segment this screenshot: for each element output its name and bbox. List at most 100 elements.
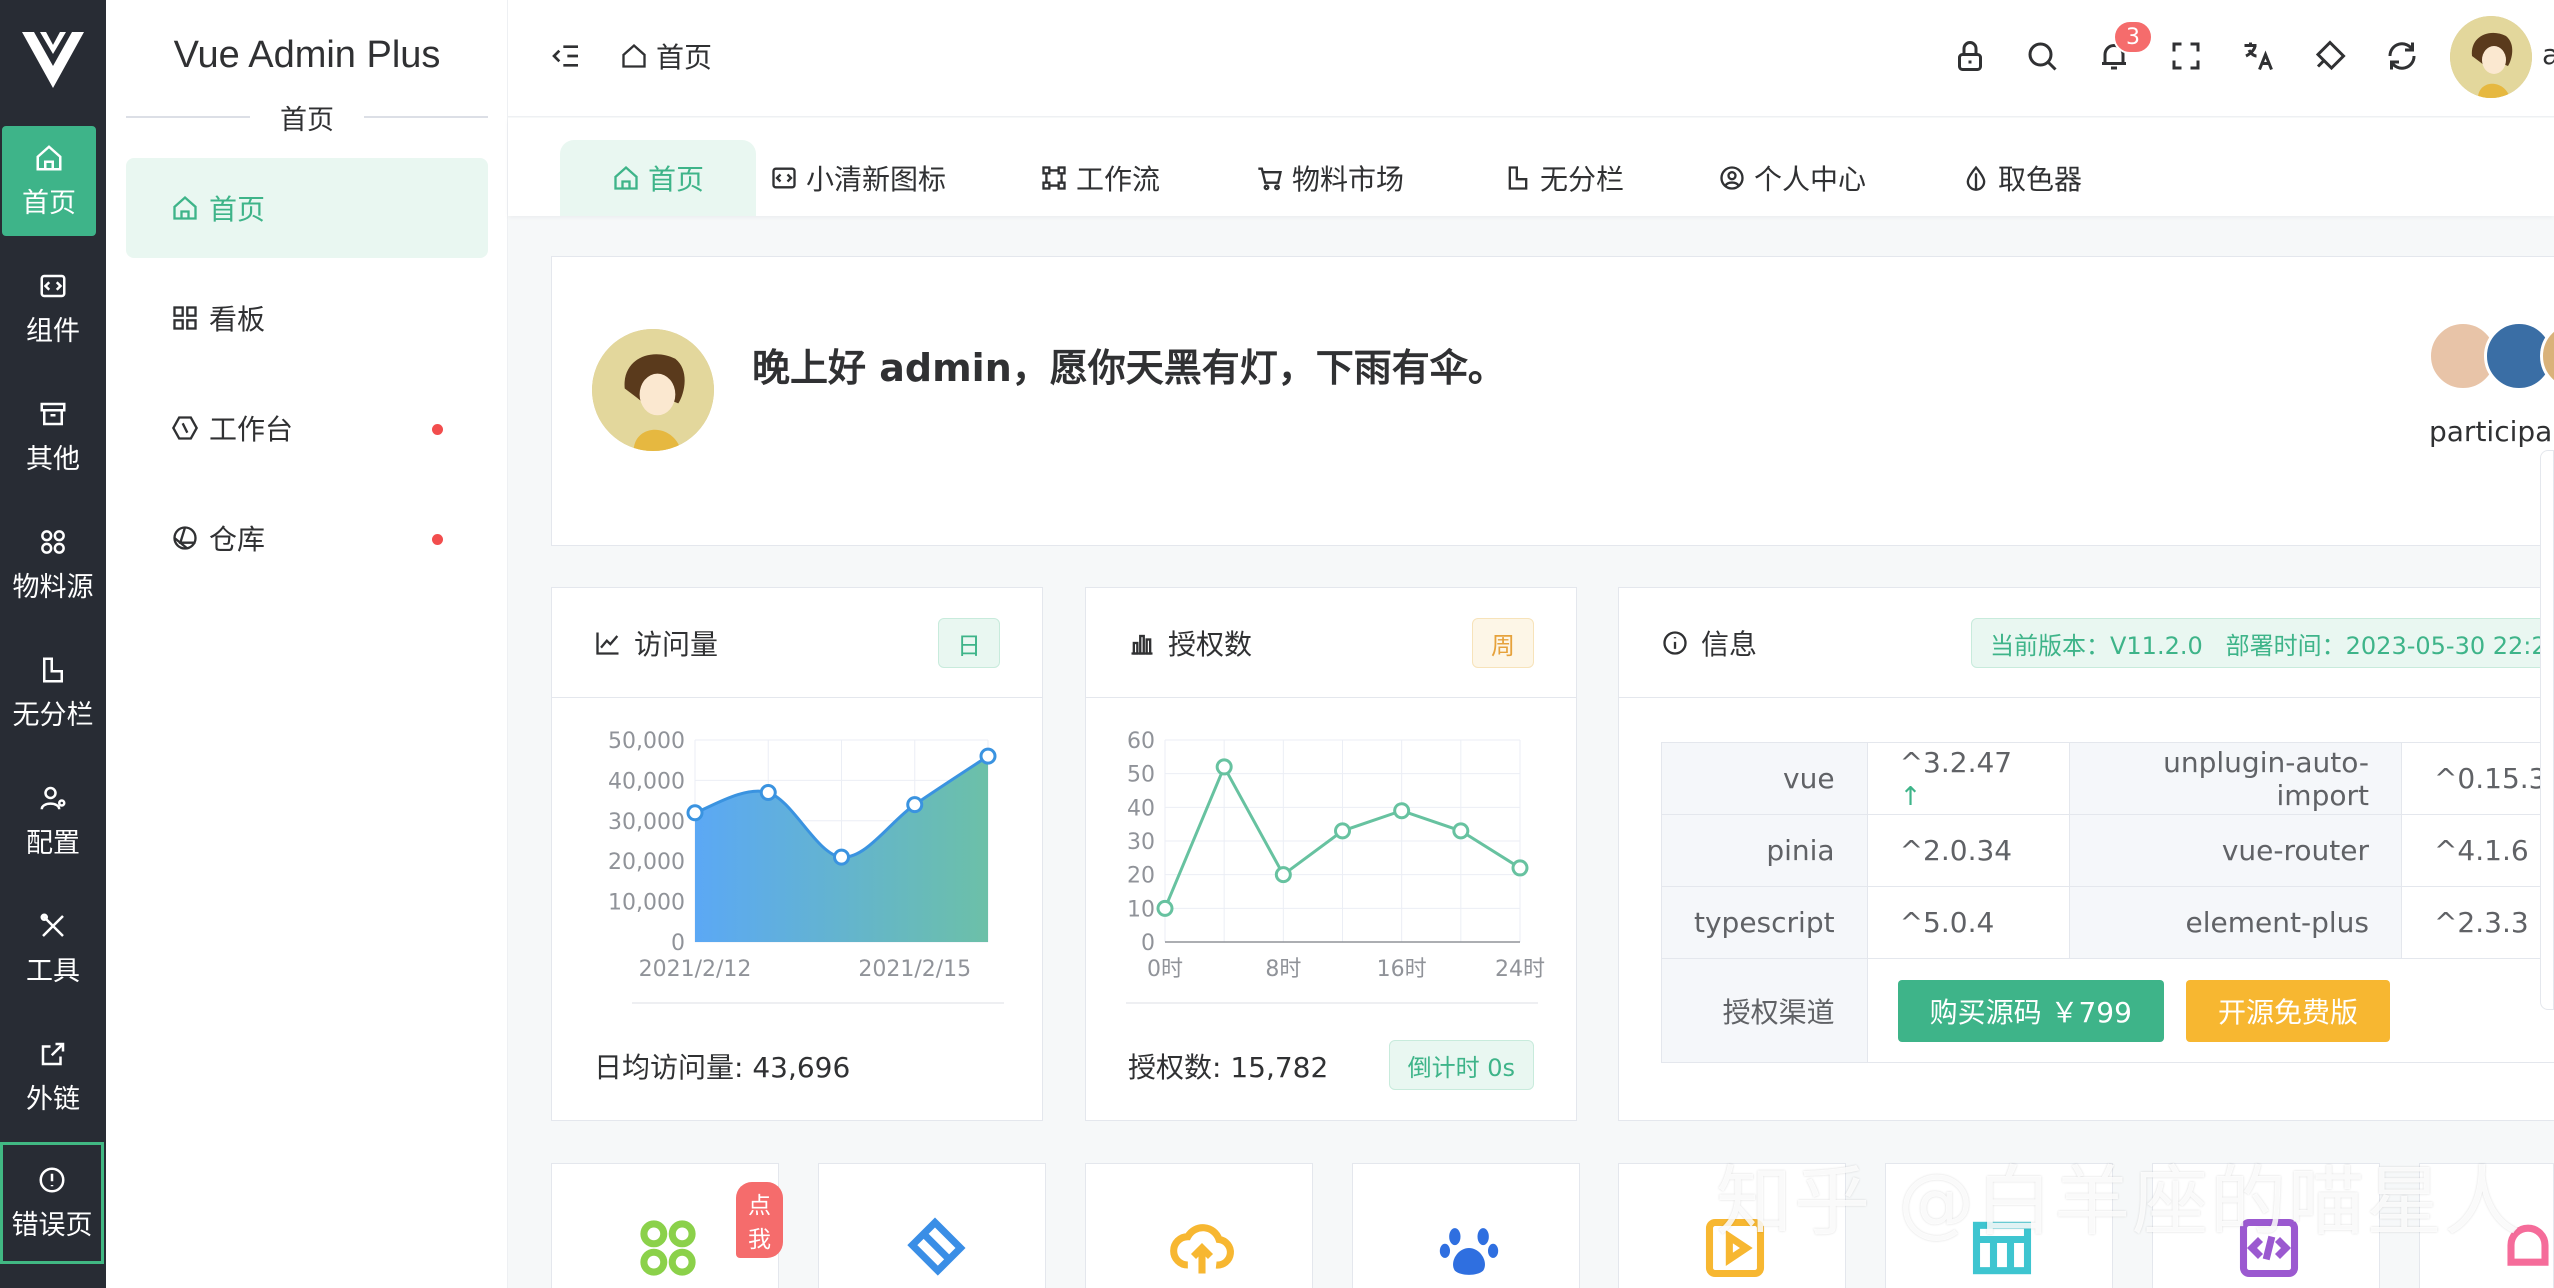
card-title: 授权数 [1168,627,1253,661]
paw-icon [1439,1228,1499,1275]
submenu-item-home[interactable]: 首页 [126,158,488,258]
tab-color-picker[interactable]: 取色器 [1962,140,2082,216]
free-version-button[interactable]: 开源免费版 [2185,979,2390,1042]
rail-item-config[interactable]: 配置 [0,766,106,876]
user-avatar[interactable] [2450,16,2532,98]
rail-item-no-column[interactable]: 无分栏 [0,638,106,748]
rail-item-label: 首页 [22,187,76,219]
channel-label: 授权渠道 [1661,958,1868,1063]
submenu-item-label: 首页 [209,193,266,226]
side-drawer-handle[interactable] [2540,450,2554,1010]
bar-chart-icon [1131,634,1153,655]
quick-entry-card[interactable] [1352,1163,1580,1288]
cart-icon [1258,167,1282,191]
dashboard-icon [173,306,197,330]
table-row: 授权渠道 购买源码 ￥799 开源免费版 [1661,958,2554,1063]
aperture-icon [173,526,197,550]
translate-icon[interactable] [2240,38,2276,74]
rail-item-components[interactable]: 组件 [0,254,106,364]
submenu-section-divider: 首页 [126,102,488,136]
x-tick-label: 8时 [1265,957,1301,982]
tab-material-market[interactable]: 物料市场 [1256,140,1404,216]
visits-average: 日均访问量: 43,696 [594,1051,851,1084]
card-title: 信息 [1701,627,1758,661]
dep-name: vue [1661,742,1868,815]
x-tick-label: 2021/2/15 [858,957,971,982]
data-point [1452,822,1470,840]
dep-version: ^0.15.3 [2400,742,2554,815]
code-icon [40,274,66,297]
tab-icons[interactable]: 小清新图标 [770,140,946,216]
new-dot [432,424,443,435]
submenu-item-repository[interactable]: 仓库 [126,488,488,588]
apps-icon [41,529,65,554]
quick-entry-card[interactable] [818,1163,1046,1288]
watermark-text: 知乎 @白羊座的喵星人 [1716,1157,2523,1246]
rail-item-label: 错误页 [11,1209,93,1241]
rail-item-label: 物料源 [12,571,94,603]
tab-profile[interactable]: 个人中心 [1718,140,1866,216]
rail-item-home[interactable]: 首页 [2,126,96,236]
tab-no-column[interactable]: 无分栏 [1504,140,1624,216]
period-tag[interactable]: 周 [1472,618,1534,668]
search-icon[interactable] [2024,38,2060,74]
notification-badge: 3 [2113,20,2153,54]
countdown-tag: 倒计时 0s [1388,1040,1534,1090]
app-title: Vue Admin Plus [173,34,441,76]
table-row: vue ^3.2.47 ↑ unplugin-auto-import ^0.15… [1661,742,2554,815]
logo[interactable] [0,0,106,120]
workflow-icon [1042,166,1066,190]
rail-item-material[interactable]: 物料源 [0,510,106,620]
drop-icon [1966,165,1986,191]
rail-item-external-link[interactable]: 外链 [0,1022,106,1132]
y-tick-label: 0 [671,931,685,956]
tab-label: 无分栏 [1540,163,1625,196]
refresh-icon[interactable] [2384,38,2420,74]
rail-item-label: 配置 [26,827,80,859]
rail-item-tools[interactable]: 工具 [0,894,106,1004]
buy-source-button[interactable]: 购买源码 ￥799 [1897,979,2164,1042]
table-row: pinia ^2.0.34 vue-router ^4.1.6 [1661,814,2554,887]
info-circle-icon [39,1167,65,1192]
submenu-item-workbench[interactable]: 工作台 [126,378,488,478]
menu-fold-icon[interactable] [550,40,582,72]
breadcrumb[interactable]: 首页 [620,36,712,76]
lock-icon[interactable] [1952,38,1988,74]
x-tick-label: 16时 [1377,957,1427,982]
visits-chart: 0 10,000 20,000 30,000 40,000 50,000 2021/2/12… [608,729,1004,1004]
submenu-item-dashboard[interactable]: 看板 [126,268,488,368]
y-tick-label: 10 [1127,897,1155,922]
x-tick-label: 0时 [1147,957,1183,982]
dep-name: element-plus [2069,886,2402,959]
data-point [1511,859,1529,877]
user-name[interactable]: a [2542,38,2554,71]
dependency-table: vue ^3.2.47 ↑ unplugin-auto-import ^0.15… [1661,742,2554,1063]
tab-home[interactable]: 首页 [560,140,757,216]
avatar-illustration-icon [592,329,714,451]
archive-icon [40,402,66,425]
rail-item-other[interactable]: 其他 [0,382,106,492]
submenu-item-label: 仓库 [209,523,266,556]
auth-total: 授权数: 15,782 [1128,1051,1329,1084]
hexagon-icon [171,416,199,440]
dep-version: ^4.1.6 [2400,814,2554,887]
rail-item-label: 其他 [26,443,80,475]
rail-item-error-page[interactable]: 错误页 [0,1142,104,1264]
participants-label: participan [2429,415,2554,448]
quick-entry-card[interactable]: 点我 [551,1163,783,1288]
period-tag[interactable]: 日 [938,618,1000,668]
fullscreen-icon[interactable] [2168,38,2204,74]
data-point [1156,899,1174,917]
quick-entry-card[interactable] [1085,1163,1313,1288]
sub-menu: Vue Admin Plus 首页 首页 看板 工作台 仓库 [106,0,508,1288]
rail-item-label: 工具 [26,955,80,987]
theme-brush-icon[interactable] [2312,38,2348,74]
breadcrumb-label: 首页 [656,41,713,74]
data-point [833,848,850,866]
top-header: 首页 3 a [508,0,2554,117]
tab-workflow[interactable]: 工作流 [1040,140,1160,216]
home-icon [173,195,197,220]
visits-card: 访问量 日 0 10,000 20,000 30,000 40,000 50,000 202… [551,587,1043,1121]
external-link-icon [41,1042,65,1065]
user-settings-icon [40,786,66,810]
